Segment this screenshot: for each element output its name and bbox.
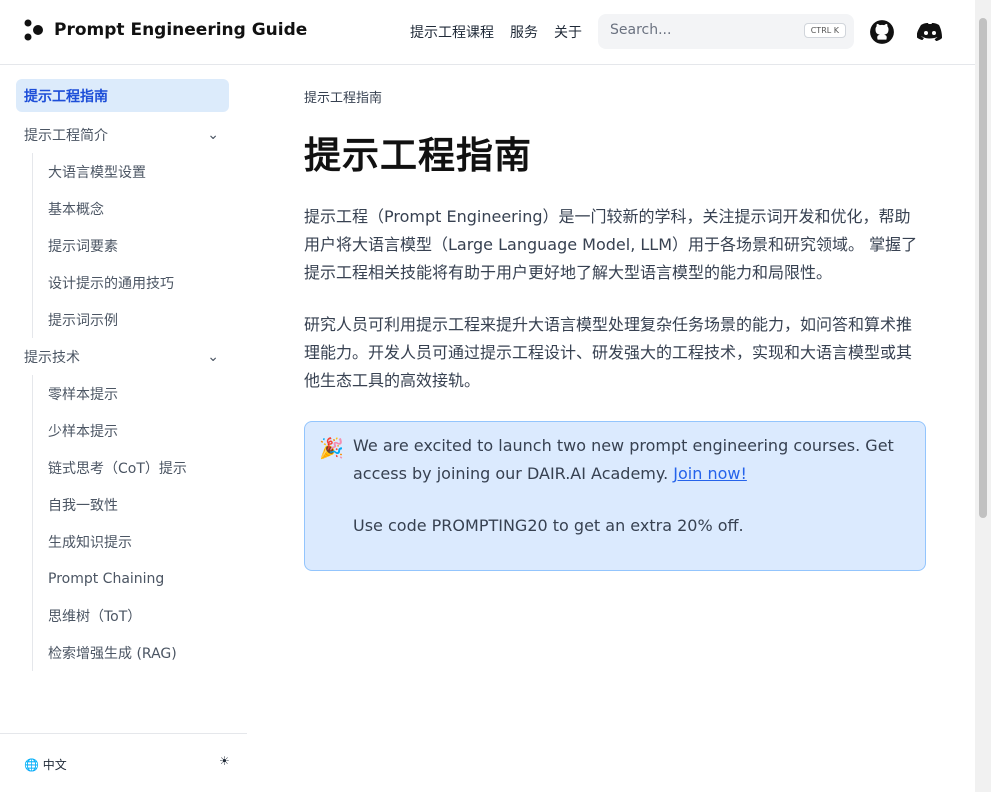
sidebar-item-label: 自我一致性 bbox=[48, 497, 118, 514]
sidebar-item-label: 思维树（ToT） bbox=[48, 608, 142, 625]
sidebar-item[interactable]: 少样本提示 bbox=[16, 412, 229, 449]
sidebar-item-label: 基本概念 bbox=[48, 201, 104, 218]
sidebar-item[interactable]: 设计提示的通用技巧 bbox=[16, 264, 229, 301]
page-scrollbar[interactable] bbox=[975, 0, 991, 792]
sidebar-footer: 🌐 中文 ☀ bbox=[0, 733, 247, 792]
intro-paragraph-2: 研究人员可利用提示工程来提升大语言模型处理复杂任务场景的能力，如问答和算术推理能… bbox=[304, 315, 913, 390]
language-label: 中文 bbox=[42, 758, 67, 772]
nav-about[interactable]: 关于 bbox=[554, 22, 582, 42]
sidebar-item-label: 提示工程简介 bbox=[24, 127, 108, 144]
sidebar-item-label: 生成知识提示 bbox=[48, 534, 132, 551]
nav-services[interactable]: 服务 bbox=[510, 22, 538, 42]
join-now-link[interactable]: Join now! bbox=[673, 464, 747, 483]
sidebar-item-label: 设计提示的通用技巧 bbox=[48, 275, 174, 292]
intro-paragraph-1: 提示工程（Prompt Engineering）是一门较新的学科，关注提示词开发… bbox=[304, 207, 918, 282]
search-input[interactable]: Search... CTRL K bbox=[598, 14, 854, 49]
github-icon[interactable] bbox=[869, 19, 895, 45]
sidebar-item[interactable]: 大语言模型设置 bbox=[16, 153, 229, 190]
sidebar-item[interactable]: 提示词要素 bbox=[16, 227, 229, 264]
chevron-down-icon: ⌄ bbox=[207, 348, 219, 365]
sidebar-item[interactable]: 检索增强生成 (RAG) bbox=[16, 634, 229, 671]
sidebar-item-label: 链式思考（CoT）提示 bbox=[48, 460, 187, 477]
sidebar-item-label: 提示词要素 bbox=[48, 238, 118, 255]
sidebar-item-label: 提示技术 bbox=[24, 349, 80, 366]
sidebar-item-label: 大语言模型设置 bbox=[48, 164, 146, 181]
callout-text: We are excited to launch two new prompt … bbox=[353, 436, 894, 483]
sidebar-item-label: 提示词示例 bbox=[48, 312, 118, 329]
top-nav: 提示工程课程 服务 关于 bbox=[410, 22, 582, 42]
language-switcher[interactable]: 🌐 中文 bbox=[24, 756, 67, 773]
sidebar-item-label: 少样本提示 bbox=[48, 423, 118, 440]
search-shortcut: CTRL K bbox=[803, 23, 846, 38]
sidebar-item[interactable]: Prompt Chaining bbox=[16, 560, 229, 597]
top-header: Prompt Engineering Guide 提示工程课程 服务 关于 Se… bbox=[0, 0, 975, 65]
sidebar-item-label: Prompt Chaining bbox=[48, 570, 165, 587]
promo-code-text: Use code PROMPTING20 to get an extra 20%… bbox=[353, 516, 744, 535]
sidebar-item[interactable]: 零样本提示 bbox=[16, 375, 229, 412]
sidebar-item-label: 提示工程指南 bbox=[24, 88, 108, 105]
sidebar-item[interactable]: 提示工程简介 ⌄ bbox=[16, 116, 229, 153]
breadcrumb[interactable]: 提示工程指南 bbox=[304, 87, 926, 106]
site-title: Prompt Engineering Guide bbox=[54, 20, 308, 40]
theme-toggle-icon[interactable]: ☀ bbox=[219, 754, 230, 768]
nav-courses[interactable]: 提示工程课程 bbox=[410, 22, 494, 42]
sidebar-item[interactable]: 提示技术 ⌄ bbox=[16, 338, 229, 375]
site-logo[interactable]: Prompt Engineering Guide bbox=[24, 19, 307, 41]
search-placeholder: Search... bbox=[610, 22, 672, 38]
sidebar-item[interactable]: 链式思考（CoT）提示 bbox=[16, 449, 229, 486]
main-content: 提示工程指南 提示工程指南 提示工程（Prompt Engineering）是一… bbox=[304, 65, 926, 571]
sidebar-item[interactable]: 提示工程指南 bbox=[16, 79, 229, 112]
announcement-callout: 🎉 We are excited to launch two new promp… bbox=[304, 421, 926, 571]
logo-icon bbox=[24, 19, 43, 41]
sidebar-item-label: 零样本提示 bbox=[48, 386, 118, 403]
discord-icon[interactable] bbox=[917, 19, 943, 45]
party-popper-icon: 🎉 bbox=[319, 436, 344, 460]
sidebar-item[interactable]: 基本概念 bbox=[16, 190, 229, 227]
scrollbar-thumb[interactable] bbox=[979, 18, 987, 518]
sidebar: 提示工程指南 提示工程简介 ⌄ 大语言模型设置 基本概念 提示词要素 设计提示的通… bbox=[0, 65, 255, 792]
sidebar-item[interactable]: 思维树（ToT） bbox=[16, 597, 229, 634]
chevron-down-icon: ⌄ bbox=[207, 126, 219, 143]
page-title: 提示工程指南 bbox=[304, 134, 532, 177]
sidebar-item[interactable]: 生成知识提示 bbox=[16, 523, 229, 560]
sidebar-item[interactable]: 提示词示例 bbox=[16, 301, 229, 338]
sidebar-item-label: 检索增强生成 (RAG) bbox=[48, 645, 177, 662]
sidebar-list: 提示工程指南 提示工程简介 ⌄ 大语言模型设置 基本概念 提示词要素 设计提示的通… bbox=[16, 79, 229, 671]
sidebar-item[interactable]: 自我一致性 bbox=[16, 486, 229, 523]
